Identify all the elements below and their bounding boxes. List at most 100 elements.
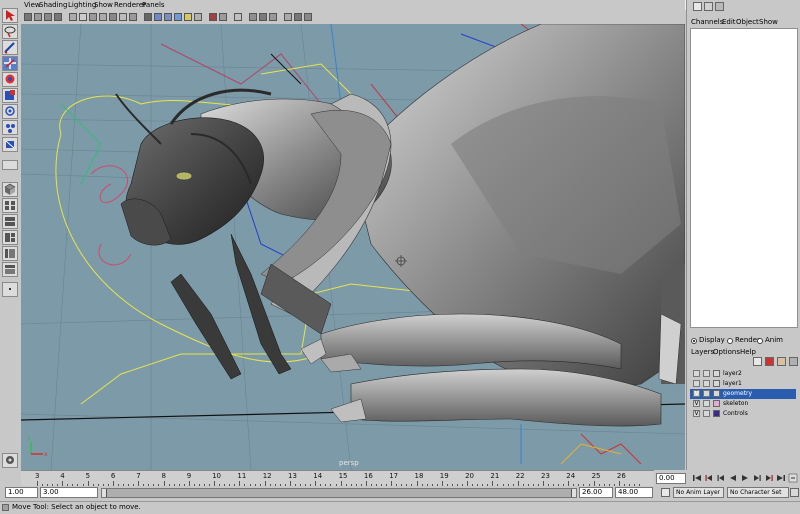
layer-menu-options[interactable]: Options [713, 347, 740, 357]
rotate-tool-button[interactable] [2, 72, 18, 87]
step-forward-frame-icon[interactable] [752, 473, 762, 483]
two-pane-layout-button[interactable] [2, 214, 18, 229]
hypershade-layout-button[interactable] [2, 262, 18, 277]
layer-menu-layers[interactable]: Layers [691, 347, 714, 357]
perspective-viewport[interactable]: y x persp [21, 24, 685, 470]
wireframe-icon[interactable] [144, 13, 152, 21]
playback-toggle[interactable] [703, 380, 710, 387]
layer-row-controls[interactable]: V Controls [690, 409, 796, 419]
safe-title-icon[interactable] [129, 13, 137, 21]
visibility-toggle[interactable] [693, 370, 700, 377]
visibility-toggle[interactable] [693, 380, 700, 387]
grid-toggle-icon[interactable] [69, 13, 77, 21]
depth-of-field-icon[interactable] [304, 13, 312, 21]
channel-menu-channels[interactable]: Channels [691, 17, 723, 27]
play-forwards-icon[interactable] [740, 473, 750, 483]
time-slider[interactable]: 3 4 5 6 7 8 9 10 11 12 13 14 15 16 17 18 19 20 21 22 23 24 25 2… [21, 470, 654, 487]
high-quality-icon[interactable] [249, 13, 257, 21]
smooth-shade-icon[interactable] [154, 13, 162, 21]
playback-toggle[interactable] [703, 400, 710, 407]
current-frame-field[interactable]: 0.00 [656, 473, 686, 484]
layer-color-swatch[interactable] [713, 370, 720, 377]
ambient-occlusion-icon[interactable] [269, 13, 277, 21]
layer-color-swatch[interactable] [713, 380, 720, 387]
play-backwards-icon[interactable] [728, 473, 738, 483]
channel-box-toggle-icon[interactable] [693, 2, 702, 11]
channel-menu-edit[interactable]: Edit [722, 17, 736, 27]
channel-menu-show[interactable]: Show [759, 17, 778, 27]
playback-toggle[interactable] [703, 410, 710, 417]
layer-row-layer1[interactable]: layer1 [690, 379, 796, 389]
end-time-field[interactable]: 48.00 [615, 487, 653, 498]
film-gate-icon[interactable] [79, 13, 87, 21]
scale-tool-button[interactable] [2, 88, 18, 103]
playback-options-icon[interactable] [788, 473, 798, 483]
menu-shading[interactable]: Shading [39, 0, 67, 11]
layer-row-skeleton[interactable]: V skeleton [690, 399, 796, 409]
graph-layout-button[interactable] [2, 230, 18, 245]
range-start-handle[interactable] [102, 489, 107, 497]
channel-list[interactable] [690, 28, 798, 328]
two-sided-lighting-icon[interactable] [284, 13, 292, 21]
step-back-frame-icon[interactable] [716, 473, 726, 483]
isolate-select-icon[interactable] [234, 13, 242, 21]
visibility-toggle[interactable]: V [693, 410, 700, 417]
resolution-gate-icon[interactable] [89, 13, 97, 21]
camera-attributes-icon[interactable] [34, 13, 42, 21]
display-radio[interactable] [691, 338, 697, 344]
new-layer-empty-icon[interactable] [753, 357, 762, 366]
menu-lighting[interactable]: Lighting [68, 0, 96, 11]
safe-action-icon[interactable] [119, 13, 127, 21]
universal-manip-button[interactable] [2, 104, 18, 119]
go-to-end-icon[interactable] [776, 473, 786, 483]
range-slider-bar[interactable] [101, 488, 577, 498]
attribute-editor-toggle-icon[interactable] [704, 2, 713, 11]
new-layer-selected-icon[interactable] [765, 357, 774, 366]
anim-layer-icon[interactable] [661, 488, 670, 497]
shadows-icon[interactable] [194, 13, 202, 21]
step-back-key-icon[interactable] [704, 473, 714, 483]
xray-icon[interactable] [209, 13, 217, 21]
layer-color-swatch[interactable] [713, 400, 720, 407]
hud-toggle-button[interactable] [2, 453, 18, 468]
xray-joints-icon[interactable] [219, 13, 227, 21]
camera-select-icon[interactable] [24, 13, 32, 21]
character-set-dropdown[interactable]: No Character Set [727, 487, 789, 498]
range-end-handle[interactable] [571, 489, 576, 497]
step-forward-key-icon[interactable] [764, 473, 774, 483]
visibility-toggle[interactable]: V [693, 400, 700, 407]
layer-tools-icon[interactable] [777, 357, 786, 366]
image-plane-icon[interactable] [54, 13, 62, 21]
go-to-start-icon[interactable] [692, 473, 702, 483]
start-time-field[interactable]: 1.00 [5, 487, 38, 498]
select-tool-button[interactable] [2, 8, 18, 23]
soft-mod-tool-button[interactable] [2, 120, 18, 135]
range-start-field[interactable]: 3.00 [40, 487, 98, 498]
outliner-layout-button[interactable] [2, 246, 18, 261]
playback-toggle[interactable] [703, 390, 710, 397]
anim-layer-dropdown[interactable]: No Anim Layer [673, 487, 724, 498]
menu-show[interactable]: Show [94, 0, 113, 11]
layer-menu-help[interactable]: Help [740, 347, 756, 357]
layer-extra-icon[interactable] [789, 357, 798, 366]
layer-color-swatch[interactable] [713, 390, 720, 397]
lasso-tool-button[interactable] [2, 24, 18, 39]
textured-icon[interactable] [174, 13, 182, 21]
field-chart-icon[interactable] [109, 13, 117, 21]
show-manipulator-button[interactable] [2, 137, 18, 152]
backface-culling-icon[interactable] [294, 13, 302, 21]
auto-key-icon[interactable] [790, 488, 799, 497]
tool-settings-toggle-icon[interactable] [715, 2, 724, 11]
layer-row-layer2[interactable]: layer2 [690, 369, 796, 379]
move-tool-button[interactable] [2, 56, 18, 71]
use-all-lights-icon[interactable] [184, 13, 192, 21]
wireframe-on-shaded-icon[interactable] [164, 13, 172, 21]
range-end-field[interactable]: 26.00 [579, 487, 613, 498]
playback-toggle[interactable] [703, 370, 710, 377]
multisample-icon[interactable] [259, 13, 267, 21]
render-radio[interactable] [727, 338, 733, 344]
visibility-toggle[interactable]: V [693, 390, 700, 397]
four-pane-layout-button[interactable] [2, 198, 18, 213]
layer-row-geometry[interactable]: V geometry [690, 389, 796, 399]
layout-menu-button[interactable] [2, 282, 18, 297]
